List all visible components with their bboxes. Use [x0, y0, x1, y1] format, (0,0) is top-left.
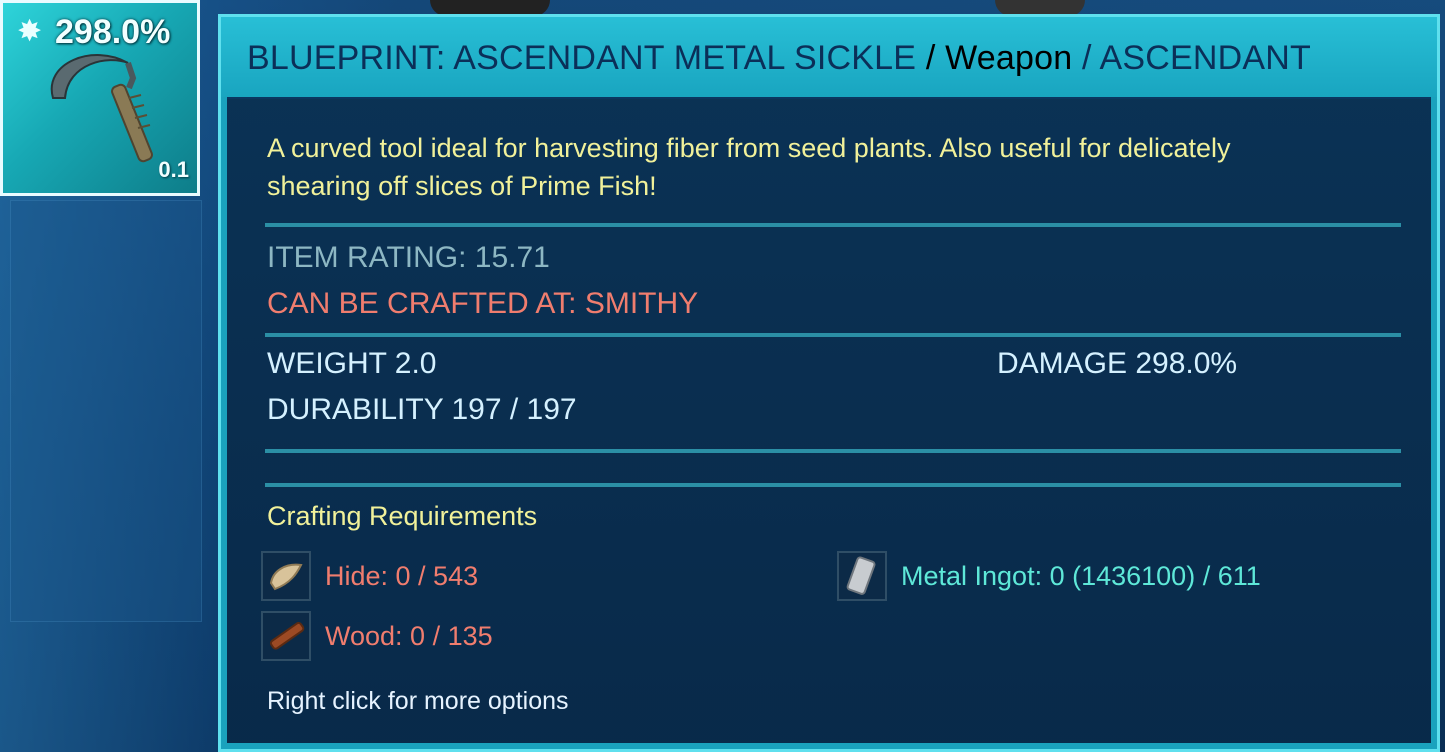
item-tooltip: BLUEPRINT: ASCENDANT METAL SICKLE / Weap…	[218, 14, 1440, 752]
requirement-hide: Hide: 0 / 543	[261, 551, 478, 601]
tooltip-title: BLUEPRINT: ASCENDANT METAL SICKLE / Weap…	[247, 39, 1311, 78]
tooltip-body: A curved tool ideal for harvesting fiber…	[227, 97, 1431, 743]
metal-ingot-icon	[837, 551, 887, 601]
durability-stat: DURABILITY 197 / 197	[267, 393, 577, 426]
requirement-text: Wood: 0 / 135	[325, 620, 493, 651]
divider	[265, 223, 1401, 227]
title-separator: /	[925, 39, 936, 77]
crafted-at: CAN BE CRAFTED AT: SMITHY	[267, 287, 699, 320]
item-slot-sickle[interactable]: ✸ 298.0% 0.1	[0, 0, 200, 196]
requirement-text: Hide: 0 / 543	[325, 560, 479, 591]
requirement-wood: Wood: 0 / 135	[261, 611, 493, 661]
requirement-metal-ingot: Metal Ingot: 0 (1436100) / 611	[837, 551, 1261, 601]
crafting-requirements-title: Crafting Requirements	[267, 501, 538, 531]
item-type: Weapon	[945, 39, 1073, 77]
item-weight: 0.1	[158, 157, 189, 182]
item-name: BLUEPRINT: ASCENDANT METAL SICKLE	[247, 39, 917, 77]
divider	[265, 449, 1401, 453]
item-rating: ITEM RATING: 15.71	[267, 241, 550, 274]
divider	[265, 483, 1401, 487]
sickle-icon	[50, 54, 153, 163]
item-quality: ASCENDANT	[1099, 39, 1311, 77]
item-description: A curved tool ideal for harvesting fiber…	[267, 133, 1231, 201]
right-click-hint: Right click for more options	[267, 687, 569, 715]
divider	[265, 333, 1401, 337]
title-separator: /	[1082, 39, 1092, 77]
weight-stat: WEIGHT 2.0	[267, 347, 437, 380]
requirement-text: Metal Ingot: 0 (1436100) / 611	[901, 560, 1261, 591]
tooltip-title-bar: BLUEPRINT: ASCENDANT METAL SICKLE / Weap…	[221, 17, 1437, 97]
background-panel	[10, 200, 202, 622]
damage-stat: DAMAGE 298.0%	[997, 347, 1238, 380]
wood-icon	[261, 611, 311, 661]
hide-icon	[261, 551, 311, 601]
